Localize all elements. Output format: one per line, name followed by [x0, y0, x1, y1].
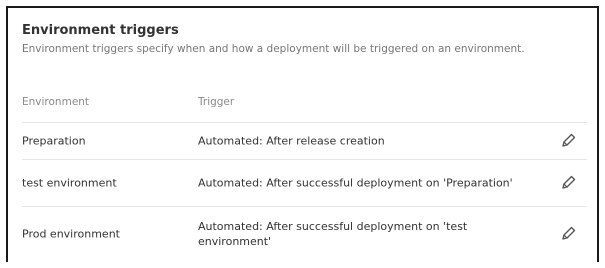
environment-name: Preparation: [22, 134, 86, 148]
section-title: Environment triggers: [22, 23, 179, 38]
environment-name: Prod environment: [22, 227, 120, 241]
environment-triggers-panel: Environment triggers Environment trigger…: [6, 6, 599, 262]
trigger-description: Automated: After release creation: [198, 134, 385, 148]
environment-name: test environment: [22, 176, 117, 190]
trigger-description: Automated: After successful deployment o…: [198, 176, 513, 190]
triggers-table: Environment Trigger Preparation Automate…: [22, 88, 587, 261]
table-header: Environment Trigger: [22, 88, 587, 123]
pencil-icon[interactable]: [558, 173, 578, 193]
column-header-environment: Environment: [22, 96, 90, 108]
section-description: Environment triggers specify when and ho…: [22, 43, 525, 55]
pencil-icon[interactable]: [558, 224, 578, 244]
table-row: Prod environment Automated: After succes…: [22, 207, 587, 261]
column-header-trigger: Trigger: [198, 96, 235, 108]
table-row: test environment Automated: After succes…: [22, 160, 587, 207]
pencil-icon[interactable]: [558, 131, 578, 151]
table-row: Preparation Automated: After release cre…: [22, 123, 587, 160]
trigger-description: Automated: After successful deployment o…: [198, 220, 468, 248]
